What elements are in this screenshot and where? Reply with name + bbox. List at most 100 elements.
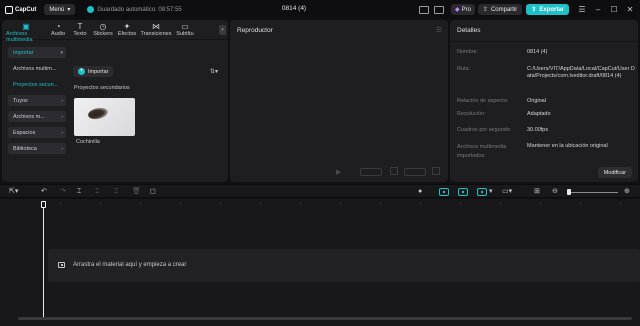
- share-icon: ⇪: [482, 7, 488, 13]
- close-icon[interactable]: ✕: [623, 5, 637, 14]
- delete-icon[interactable]: 🗑: [132, 188, 141, 196]
- chevron-down-icon: ▾: [60, 49, 63, 56]
- sticker-icon: ◷: [99, 22, 107, 31]
- plus-icon: +: [78, 68, 85, 75]
- detail-value: Adaptado: [527, 111, 551, 117]
- menu-button[interactable]: Menú ▾: [44, 4, 76, 15]
- export-button[interactable]: ⇧ Exportar: [526, 4, 569, 15]
- timeline: Arrastra el material aquí y empieza a cr…: [0, 199, 640, 326]
- menu-icon[interactable]: ☰: [436, 26, 442, 34]
- chevron-down-icon[interactable]: ▾: [489, 188, 493, 196]
- fullscreen-icon[interactable]: [432, 167, 440, 175]
- shortcuts-icon[interactable]: [433, 5, 444, 14]
- tab-effects[interactable]: ✦ Efectos: [117, 20, 137, 40]
- sidebar-item-label: Archivos m...: [13, 113, 45, 120]
- main-track-magnet-icon[interactable]: [439, 188, 449, 196]
- split-left-icon[interactable]: ⌶: [95, 188, 99, 196]
- divider: [450, 41, 638, 42]
- tab-audio[interactable]: ◔ Audio: [49, 20, 67, 40]
- menu-label: Menú: [49, 6, 65, 13]
- sort-icon[interactable]: ⇅▾: [210, 68, 218, 75]
- pro-button[interactable]: ◆ Pro: [450, 4, 475, 15]
- select-tool-icon[interactable]: ⇱▾: [9, 188, 18, 196]
- zoom-slider-handle[interactable]: [567, 189, 571, 195]
- autosave-text: Guardado automático: 08:57:55: [97, 6, 182, 13]
- crop-icon[interactable]: [390, 167, 398, 175]
- share-button[interactable]: ⇪ Compartir: [477, 4, 523, 15]
- details-title: Detalles: [457, 27, 481, 34]
- auto-snap-icon[interactable]: [458, 188, 468, 196]
- linkage-icon[interactable]: [477, 188, 487, 196]
- project-title: 0814 (4): [281, 5, 307, 12]
- audio-icon: ◔: [55, 22, 61, 31]
- layout-icon[interactable]: [418, 5, 429, 14]
- zoom-slider[interactable]: [568, 192, 618, 193]
- cloud-icon: [87, 6, 95, 13]
- timeline-fit-icon[interactable]: ⊞: [534, 188, 540, 196]
- tab-media[interactable]: ▣ Archivos multimedia: [6, 20, 46, 43]
- clip-image: [87, 106, 109, 121]
- sidebar-item-label: Biblioteca: [13, 145, 37, 152]
- media-panel: ▣ Archivos multimedia ◔ Audio T Texto ◷ …: [2, 20, 228, 182]
- microphone-icon[interactable]: ●: [418, 188, 422, 196]
- chevron-right-icon[interactable]: ›: [219, 25, 226, 35]
- redo-icon[interactable]: ↷: [60, 188, 66, 196]
- undo-icon[interactable]: ↶: [41, 188, 47, 196]
- preview-axis-icon[interactable]: ▭▾: [502, 188, 512, 196]
- player-panel: Reproductor ☰ ▶: [230, 20, 448, 182]
- media-sidebar: Importar ▾ Archivos multim... Proyectos …: [8, 47, 66, 159]
- drop-hint: Arrastra el material aquí y empieza a cr…: [58, 262, 186, 268]
- detail-key: Relación de aspecto:: [457, 98, 509, 104]
- tab-label: Audio: [50, 31, 66, 37]
- detail-key: Archivos multimedia importados:: [457, 144, 507, 159]
- sidebar-item-library[interactable]: Biblioteca ›: [8, 143, 66, 154]
- autosave-status: Guardado automático: 08:57:55: [87, 6, 182, 13]
- split-icon[interactable]: ⌶: [77, 188, 81, 196]
- clip-name: Cochinilla: [76, 139, 100, 145]
- playhead[interactable]: [43, 208, 44, 318]
- minimize-icon[interactable]: –: [591, 5, 605, 14]
- tab-stickers[interactable]: ◷ Stickers: [92, 20, 114, 40]
- window-menu-icon[interactable]: ☰: [575, 5, 589, 14]
- tab-transitions[interactable]: ⋈ Transiciones: [140, 20, 172, 40]
- sidebar-item-media-library[interactable]: Archivos m... ›: [8, 111, 66, 122]
- section-title: Proyectos secundarios: [74, 85, 130, 91]
- sidebar-item-label: Importar: [13, 49, 34, 56]
- detail-value: 0814 (4): [527, 49, 548, 55]
- title-bar: CapCut Menú ▾ Guardado automático: 08:57…: [0, 0, 640, 19]
- sidebar-item-media-files[interactable]: Archivos multim...: [8, 63, 66, 74]
- aspect-button[interactable]: [404, 168, 426, 176]
- chevron-right-icon: ›: [61, 113, 63, 120]
- tab-subtitles[interactable]: ▭ Subtítu: [174, 20, 196, 40]
- detail-key: Ruta:: [457, 66, 471, 72]
- zoom-out-icon[interactable]: ⊖: [552, 188, 558, 196]
- import-button[interactable]: + Importar: [73, 66, 114, 77]
- detail-key: Nombre:: [457, 49, 479, 55]
- maximize-icon[interactable]: ☐: [607, 5, 621, 14]
- sidebar-item-secondary-projects[interactable]: Proyectos secun...: [8, 79, 66, 90]
- modify-button[interactable]: Modificar: [597, 167, 632, 178]
- chevron-down-icon: ▾: [67, 7, 71, 13]
- marker-icon[interactable]: ◻: [150, 188, 156, 196]
- clip-thumbnail[interactable]: [74, 98, 135, 136]
- detail-key: Cuadros por segundo:: [457, 127, 512, 133]
- app-logo: CapCut: [5, 5, 36, 14]
- tab-label: Efectos: [117, 31, 137, 37]
- sidebar-item-yours[interactable]: Tuyos ›: [8, 95, 66, 106]
- drop-zone[interactable]: Arrastra el material aquí y empieza a cr…: [48, 249, 640, 282]
- split-right-icon[interactable]: ⌶: [114, 188, 118, 196]
- zoom-in-icon[interactable]: ⊕: [624, 188, 630, 196]
- tab-text[interactable]: T Texto: [71, 20, 89, 40]
- detail-value: 30.00fps: [527, 127, 549, 133]
- sidebar-item-spaces[interactable]: Espacios ›: [8, 127, 66, 138]
- text-icon: T: [77, 22, 83, 31]
- detail-value: Original: [527, 98, 546, 104]
- ratio-button[interactable]: [360, 168, 382, 176]
- play-icon[interactable]: ▶: [336, 168, 341, 176]
- timeline-scrollbar[interactable]: [18, 317, 632, 320]
- playhead-handle[interactable]: [41, 201, 46, 208]
- diamond-icon: ◆: [454, 7, 460, 13]
- sidebar-item-import[interactable]: Importar ▾: [8, 47, 66, 58]
- tab-label: Archivos multimedia: [6, 31, 33, 43]
- player-title: Reproductor: [237, 27, 273, 34]
